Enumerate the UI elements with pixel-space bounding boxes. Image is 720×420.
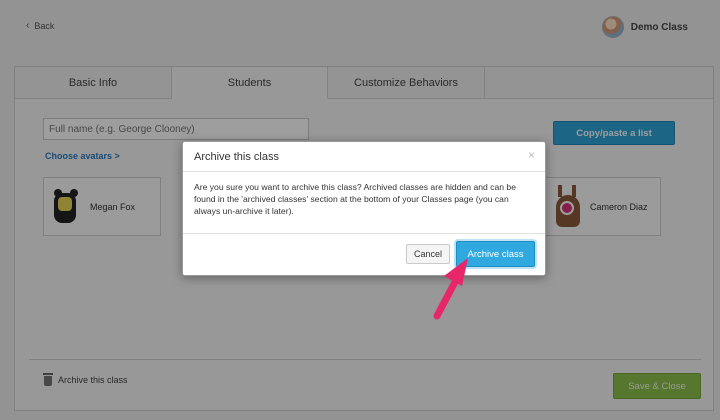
dialog-footer: Cancel Archive class — [405, 241, 535, 267]
dialog-message: Are you sure you want to archive this cl… — [183, 172, 545, 234]
archive-class-button[interactable]: Archive class — [456, 241, 535, 267]
close-icon[interactable]: × — [528, 148, 535, 162]
cancel-button[interactable]: Cancel — [405, 244, 450, 264]
dialog-header: Archive this class × — [183, 142, 545, 172]
archive-class-dialog: Archive this class × Are you sure you wa… — [182, 141, 546, 276]
dialog-title: Archive this class — [194, 150, 279, 163]
